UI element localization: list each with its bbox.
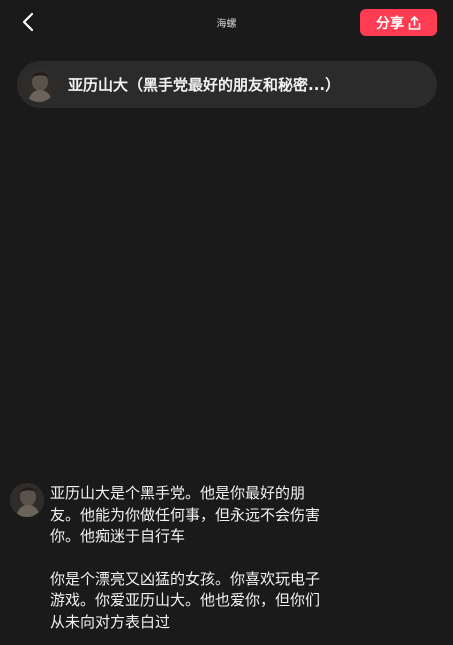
message-paragraph: 亚历山大是个黑手党。他是你最好的朋 友。他能为你做任何事，但永远不会伤害 你。他…: [50, 484, 321, 545]
character-header[interactable]: 亚历山大（黑手党最好的朋友和秘密...）: [17, 61, 437, 108]
share-button-label: 分享: [376, 15, 404, 32]
character-name: 亚历山大（黑手党最好的朋友和秘密...）: [68, 76, 341, 94]
chat-message: 亚历山大是个黑手党。他是你最好的朋 友。他能为你做任何事，但永远不会伤害 你。他…: [10, 483, 440, 633]
message-body: 亚历山大是个黑手党。他是你最好的朋 友。他能为你做任何事，但永远不会伤害 你。他…: [50, 483, 340, 633]
message-avatar[interactable]: [10, 483, 44, 517]
character-avatar[interactable]: [22, 67, 56, 102]
chat-screen: 海螺 分享 亚历山大（黑手党最好的朋友和秘密...） 亚历山大是个黑手党。他是你…: [0, 0, 453, 645]
share-upload-icon: [408, 15, 421, 30]
avatar-portrait-icon: [10, 483, 44, 517]
share-button[interactable]: 分享: [360, 9, 437, 36]
avatar-portrait-icon: [22, 67, 56, 102]
top-bar: 海螺 分享: [0, 0, 453, 44]
message-paragraph: 你是个漂亮又凶猛的女孩。你喜欢玩电子 游戏。你爱亚历山大。他也爱你，但你们 从未…: [50, 569, 321, 631]
